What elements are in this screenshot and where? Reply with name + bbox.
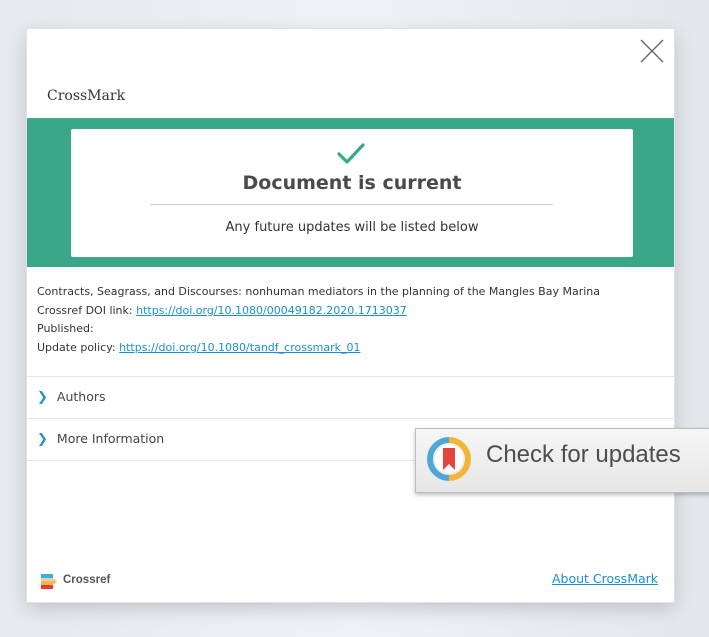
published-label: Published: [37,322,94,335]
status-title: Document is current [242,172,462,194]
section-more-info-label: More Information [56,431,165,446]
policy-row: Update policy: https://doi.org/10.1080/t… [37,339,667,358]
close-icon[interactable] [637,36,667,66]
check-icon [337,143,365,164]
divider [27,418,674,419]
section-authors-label: Authors [56,389,106,404]
doi-row: Crossref DOI link: https://doi.org/10.10… [37,302,667,321]
status-subtitle: Any future updates will be listed below [225,220,479,235]
status-divider [150,204,553,205]
section-authors-toggle[interactable]: ❯ Authors [37,389,106,405]
crossref-logo-icon [41,574,57,589]
doi-label: Crossref DOI link: [37,303,137,317]
check-for-updates-label: Check for updates [486,441,681,468]
section-more-info-toggle[interactable]: ❯ More Information [37,431,164,447]
article-metadata: Contracts, Seagrass, and Discourses: non… [37,283,667,357]
doi-link[interactable]: https://doi.org/10.1080/00049182.2020.17… [136,304,407,317]
chevron-right-icon: ❯ [37,432,48,447]
crossmark-brand-title: CrossMark [47,88,126,104]
policy-label: Update policy: [37,340,120,354]
article-title: Contracts, Seagrass, and Discourses: non… [37,285,600,298]
about-crossmark-link[interactable]: About CrossMark [552,571,658,586]
policy-link[interactable]: https://doi.org/10.1080/tandf_crossmark_… [119,341,360,354]
crossmark-badge-icon [427,437,471,481]
crossref-logo-text: Crossref [63,574,111,586]
chevron-right-icon: ❯ [37,390,48,405]
divider [27,376,674,377]
